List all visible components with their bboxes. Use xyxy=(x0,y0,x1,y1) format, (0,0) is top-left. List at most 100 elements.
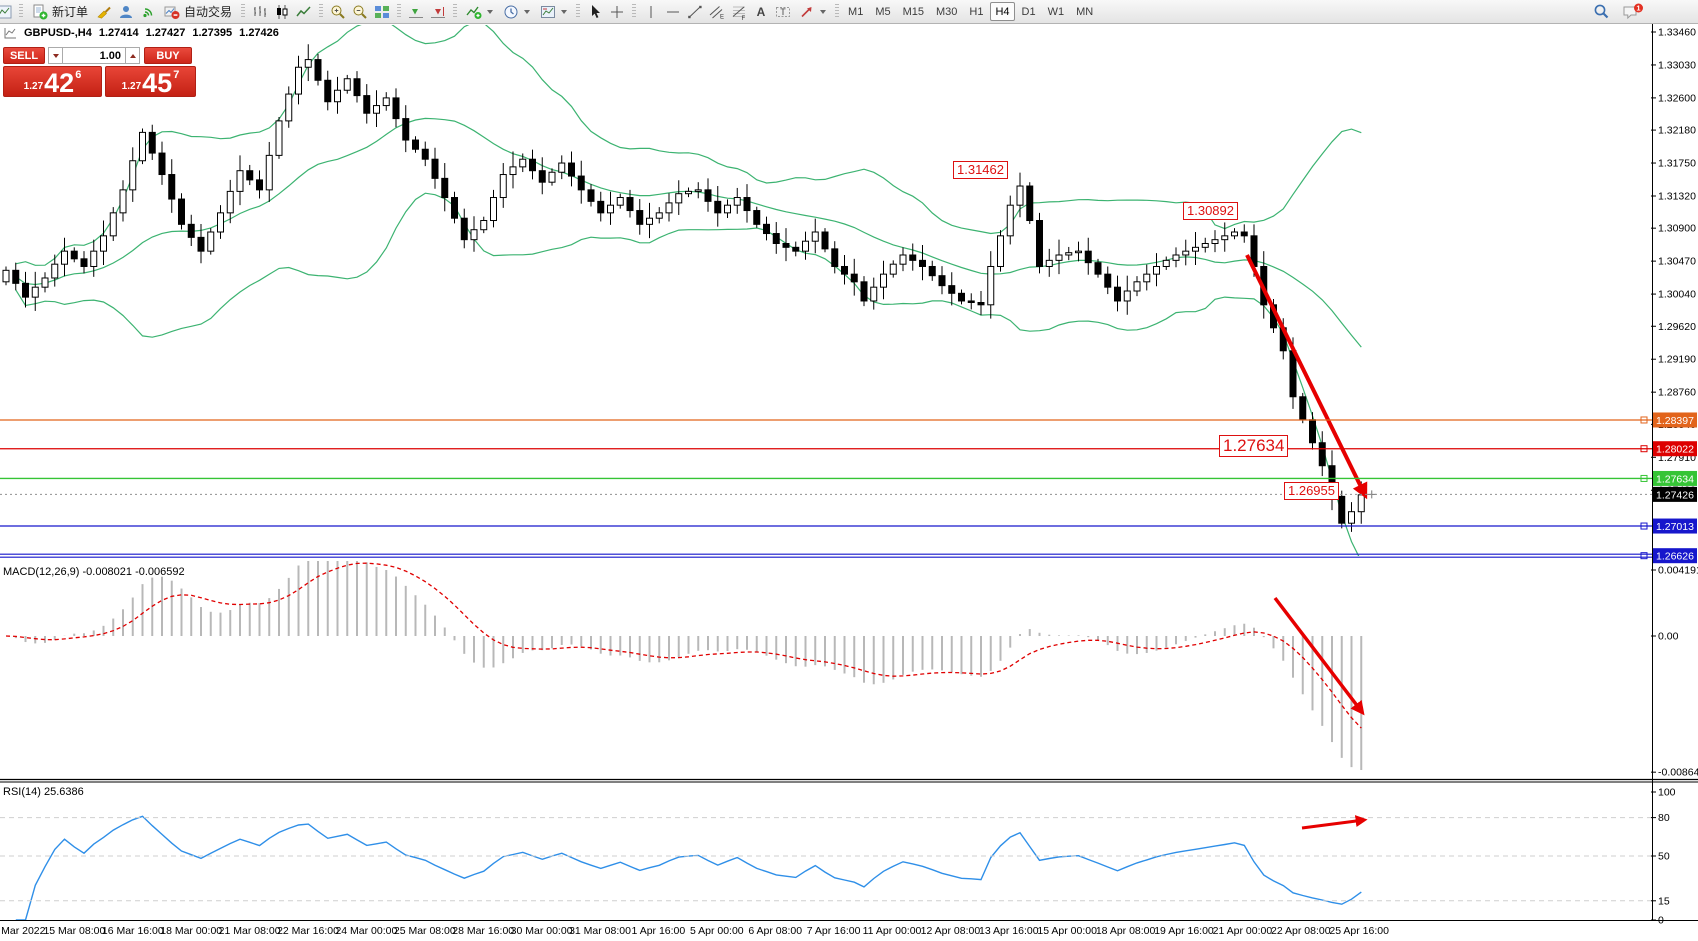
buy-price-prefix: 1.27 xyxy=(122,81,141,92)
macd-pane-layer xyxy=(6,552,1361,770)
timeframe-button-m30[interactable]: M30 xyxy=(931,3,962,20)
buy-price-point: 7 xyxy=(173,69,179,81)
bar-chart-mode-icon[interactable] xyxy=(249,2,271,22)
svg-text:1.28760: 1.28760 xyxy=(1658,387,1696,399)
buy-price-button[interactable]: 1.27457 xyxy=(105,66,196,97)
zoom-out-icon[interactable] xyxy=(349,2,371,22)
svg-text:22 Mar 16:00: 22 Mar 16:00 xyxy=(277,925,339,937)
styler-brush-icon[interactable] xyxy=(93,2,115,22)
svg-text:100: 100 xyxy=(1658,787,1676,799)
sell-price-button[interactable]: 1.27426 xyxy=(3,66,102,97)
new-order-button[interactable]: 新订单 xyxy=(27,2,93,22)
notifications-chat-icon[interactable]: 1 xyxy=(1620,2,1646,22)
svg-text:13 Apr 16:00: 13 Apr 16:00 xyxy=(979,925,1039,937)
auto-trading-button[interactable]: 自动交易 xyxy=(159,2,237,22)
templates-dropdown[interactable] xyxy=(535,2,572,22)
svg-text:1.27013: 1.27013 xyxy=(1656,521,1694,533)
svg-text:25 Apr 16:00: 25 Apr 16:00 xyxy=(1329,925,1389,937)
vertical-line-tool-icon[interactable] xyxy=(640,2,662,22)
sell-price-point: 6 xyxy=(75,69,81,81)
channel-tool-icon[interactable]: E xyxy=(706,2,728,22)
price-annotation[interactable]: 1.26955 xyxy=(1284,482,1339,500)
price-annotation[interactable]: 1.31462 xyxy=(953,161,1008,179)
svg-text:15 Apr 00:00: 15 Apr 00:00 xyxy=(1037,925,1097,937)
search-icon[interactable] xyxy=(1590,2,1612,22)
toolbar-grip[interactable] xyxy=(835,4,839,19)
svg-text:1.31320: 1.31320 xyxy=(1658,190,1696,202)
volume-decrease-button[interactable] xyxy=(48,47,63,64)
buy-button[interactable]: BUY xyxy=(144,47,192,64)
toolbar-grip[interactable] xyxy=(241,4,245,19)
volume-input[interactable]: 1.00 xyxy=(63,47,125,64)
timeframe-button-d1[interactable]: D1 xyxy=(1017,3,1041,20)
chevron-down-icon xyxy=(561,10,567,14)
text-label-tool-icon[interactable]: T xyxy=(772,2,794,22)
periods-dropdown[interactable] xyxy=(498,2,535,22)
svg-text:1.28397: 1.28397 xyxy=(1656,415,1694,427)
rsi-pane-layer xyxy=(0,816,1652,920)
timeframe-button-mn[interactable]: MN xyxy=(1071,3,1098,20)
price-annotation[interactable]: 1.30892 xyxy=(1183,202,1238,220)
auto-trading-label: 自动交易 xyxy=(184,3,232,20)
signals-icon[interactable] xyxy=(137,2,159,22)
svg-text:16 Mar 16:00: 16 Mar 16:00 xyxy=(102,925,164,937)
mt4-window: 1.334601.330301.326001.321801.317501.313… xyxy=(0,0,1698,941)
line-chart-mode-icon[interactable] xyxy=(293,2,315,22)
candlestick-mode-icon[interactable] xyxy=(271,2,293,22)
toolbar-grip[interactable] xyxy=(397,4,401,19)
triangle-up-icon xyxy=(130,54,136,58)
svg-text:6 Apr 08:00: 6 Apr 08:00 xyxy=(748,925,802,937)
toolbar-grip[interactable] xyxy=(576,4,580,19)
timeframe-button-h4[interactable]: H4 xyxy=(990,2,1014,21)
chevron-down-icon xyxy=(524,10,530,14)
svg-text:1.32180: 1.32180 xyxy=(1658,125,1696,137)
sell-price-prefix: 1.27 xyxy=(24,81,43,92)
price-annotation[interactable]: 1.27634 xyxy=(1219,435,1288,457)
timeframe-button-m1[interactable]: M1 xyxy=(843,3,868,20)
ohlc-open: 1.27414 xyxy=(99,27,139,39)
cursor-tool-icon[interactable] xyxy=(584,2,606,22)
svg-text:28 Mar 16:00: 28 Mar 16:00 xyxy=(452,925,514,937)
svg-text:1.30470: 1.30470 xyxy=(1658,256,1696,268)
toolbar-grip[interactable] xyxy=(453,4,457,19)
crosshair-tool-icon[interactable] xyxy=(606,2,628,22)
fibonacci-tool-icon[interactable]: F xyxy=(728,2,750,22)
chevron-down-icon xyxy=(820,10,826,14)
volume-increase-button[interactable] xyxy=(125,47,140,64)
text-tool-icon[interactable]: A xyxy=(750,2,772,22)
timeframe-button-m15[interactable]: M15 xyxy=(898,3,929,20)
indicators-dropdown[interactable] xyxy=(461,2,498,22)
chart-window-icon[interactable] xyxy=(0,2,15,22)
indicators-icon xyxy=(466,4,482,20)
auto-scroll-icon[interactable] xyxy=(405,2,427,22)
timeframe-button-h1[interactable]: H1 xyxy=(964,3,988,20)
arrow-object-icon xyxy=(799,4,815,20)
chart-canvas[interactable]: 1.334601.330301.326001.321801.317501.313… xyxy=(0,0,1698,941)
trendline-tool-icon[interactable] xyxy=(684,2,706,22)
timeframe-button-w1[interactable]: W1 xyxy=(1043,3,1070,20)
toolbar-grip[interactable] xyxy=(632,4,636,19)
zoom-in-icon[interactable] xyxy=(327,2,349,22)
svg-text:15: 15 xyxy=(1658,895,1670,907)
timeframe-button-m5[interactable]: M5 xyxy=(870,3,895,20)
sell-button[interactable]: SELL xyxy=(3,47,45,64)
svg-text:-0.008647: -0.008647 xyxy=(1658,767,1698,779)
svg-text:7 Apr 16:00: 7 Apr 16:00 xyxy=(807,925,861,937)
toolbar-grip[interactable] xyxy=(319,4,323,19)
horizontal-line-tool-icon[interactable] xyxy=(662,2,684,22)
svg-text:30 Mar 00:00: 30 Mar 00:00 xyxy=(511,925,573,937)
tile-windows-icon[interactable] xyxy=(371,2,393,22)
community-person-icon[interactable] xyxy=(115,2,137,22)
svg-text:1.29190: 1.29190 xyxy=(1658,354,1696,366)
svg-text:21 Mar 08:00: 21 Mar 08:00 xyxy=(219,925,281,937)
arrows-tool-dropdown[interactable] xyxy=(794,2,831,22)
svg-text:1.31750: 1.31750 xyxy=(1658,158,1696,170)
svg-text:24 Mar 00:00: 24 Mar 00:00 xyxy=(335,925,397,937)
rsi-indicator-label: RSI(14) 25.6386 xyxy=(3,786,84,798)
svg-text:1.27634: 1.27634 xyxy=(1656,473,1694,485)
chart-shift-icon[interactable] xyxy=(427,2,449,22)
toolbar-grip[interactable] xyxy=(19,4,23,19)
svg-text:15 Mar 08:00: 15 Mar 08:00 xyxy=(43,925,105,937)
svg-text:18 Mar 00:00: 18 Mar 00:00 xyxy=(160,925,222,937)
sell-price-pips: 42 xyxy=(44,72,74,95)
